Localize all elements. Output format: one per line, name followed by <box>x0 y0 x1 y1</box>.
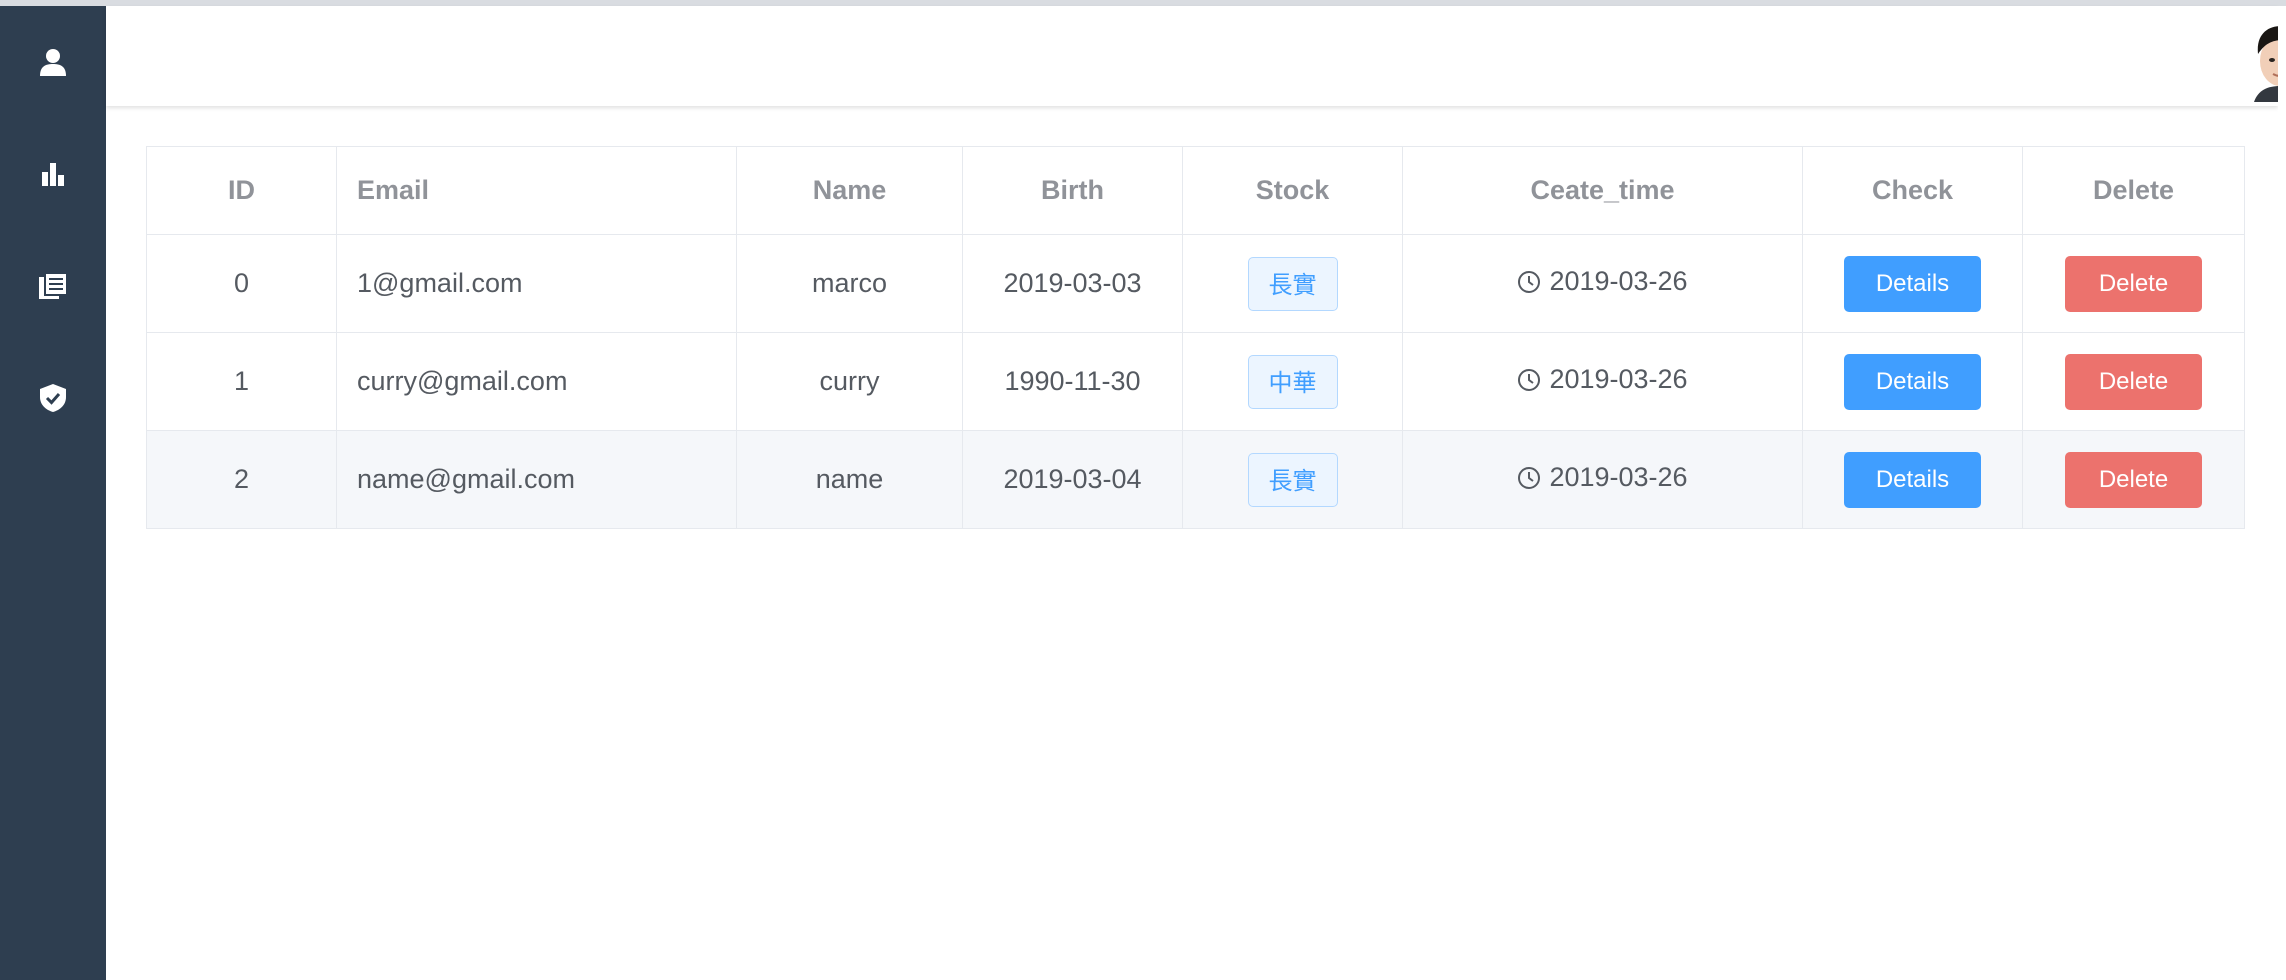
cell-delete: Delete <box>2022 332 2245 431</box>
cell-name: name <box>736 430 963 529</box>
column-header-id[interactable]: ID <box>146 146 337 235</box>
column-header-create-time[interactable]: Ceate_time <box>1402 146 1803 235</box>
stock-tag: 中華 <box>1247 354 1338 409</box>
sidebar-item-documents[interactable] <box>0 256 106 316</box>
delete-button[interactable]: Delete <box>2065 255 2202 312</box>
cell-check: Details <box>1802 234 2023 333</box>
clock-icon <box>1518 368 1541 391</box>
bar-chart-icon <box>42 163 64 186</box>
cell-create-time: 2019-03-26 <box>1402 332 1803 431</box>
column-header-name[interactable]: Name <box>736 146 963 235</box>
app: ID Email Name Birth Stock Ceate_time Che… <box>0 0 2286 980</box>
cell-id: 1 <box>146 332 337 431</box>
cell-id: 2 <box>146 430 337 529</box>
cell-check: Details <box>1802 430 2023 529</box>
delete-button[interactable]: Delete <box>2065 353 2202 410</box>
cell-stock: 中華 <box>1182 332 1403 431</box>
create-time-value: 2019-03-26 <box>1549 266 1688 297</box>
column-header-email[interactable]: Email <box>336 146 737 235</box>
cell-email: name@gmail.com <box>336 430 737 529</box>
cell-email: 1@gmail.com <box>336 234 737 333</box>
column-header-delete[interactable]: Delete <box>2022 146 2245 235</box>
cell-email: curry@gmail.com <box>336 332 737 431</box>
sidebar-item-charts[interactable] <box>0 144 106 204</box>
top-header <box>106 6 2286 106</box>
documents-icon <box>39 272 68 299</box>
cell-delete: Delete <box>2022 234 2245 333</box>
clock-icon <box>1518 270 1541 293</box>
user-icon <box>40 49 66 76</box>
clock-icon <box>1518 466 1541 489</box>
cell-check: Details <box>1802 332 2023 431</box>
details-button[interactable]: Details <box>1844 255 1981 312</box>
details-button[interactable]: Details <box>1844 353 1981 410</box>
cell-create-time: 2019-03-26 <box>1402 430 1803 529</box>
column-header-check[interactable]: Check <box>1802 146 2023 235</box>
cell-stock: 長實 <box>1182 430 1403 529</box>
column-header-stock[interactable]: Stock <box>1182 146 1403 235</box>
cell-create-time: 2019-03-26 <box>1402 234 1803 333</box>
stock-tag: 長實 <box>1247 256 1338 311</box>
cell-stock: 長實 <box>1182 234 1403 333</box>
cell-name: curry <box>736 332 963 431</box>
cell-birth: 2019-03-03 <box>962 234 1183 333</box>
create-time-value: 2019-03-26 <box>1549 364 1688 395</box>
cell-delete: Delete <box>2022 430 2245 529</box>
cell-id: 0 <box>146 234 337 333</box>
cell-birth: 1990-11-30 <box>962 332 1183 431</box>
window-right-edge <box>2278 6 2286 980</box>
create-time-value: 2019-03-26 <box>1549 462 1688 493</box>
shield-check-icon <box>40 384 66 412</box>
delete-button[interactable]: Delete <box>2065 451 2202 508</box>
cell-birth: 2019-03-04 <box>962 430 1183 529</box>
column-header-birth[interactable]: Birth <box>962 146 1183 235</box>
details-button[interactable]: Details <box>1844 451 1981 508</box>
table-header-row: ID Email Name Birth Stock Ceate_time Che… <box>146 146 2245 235</box>
table-row: 0 1@gmail.com marco 2019-03-03 長實 2019-0… <box>146 234 2245 333</box>
stock-tag: 長實 <box>1247 452 1338 507</box>
sidebar <box>0 6 106 980</box>
sidebar-item-security[interactable] <box>0 368 106 428</box>
table-row: 2 name@gmail.com name 2019-03-04 長實 2019… <box>146 430 2245 529</box>
sidebar-item-user[interactable] <box>0 32 106 92</box>
users-table: ID Email Name Birth Stock Ceate_time Che… <box>146 146 2245 529</box>
cell-name: marco <box>736 234 963 333</box>
table-row: 1 curry@gmail.com curry 1990-11-30 中華 20… <box>146 332 2245 431</box>
